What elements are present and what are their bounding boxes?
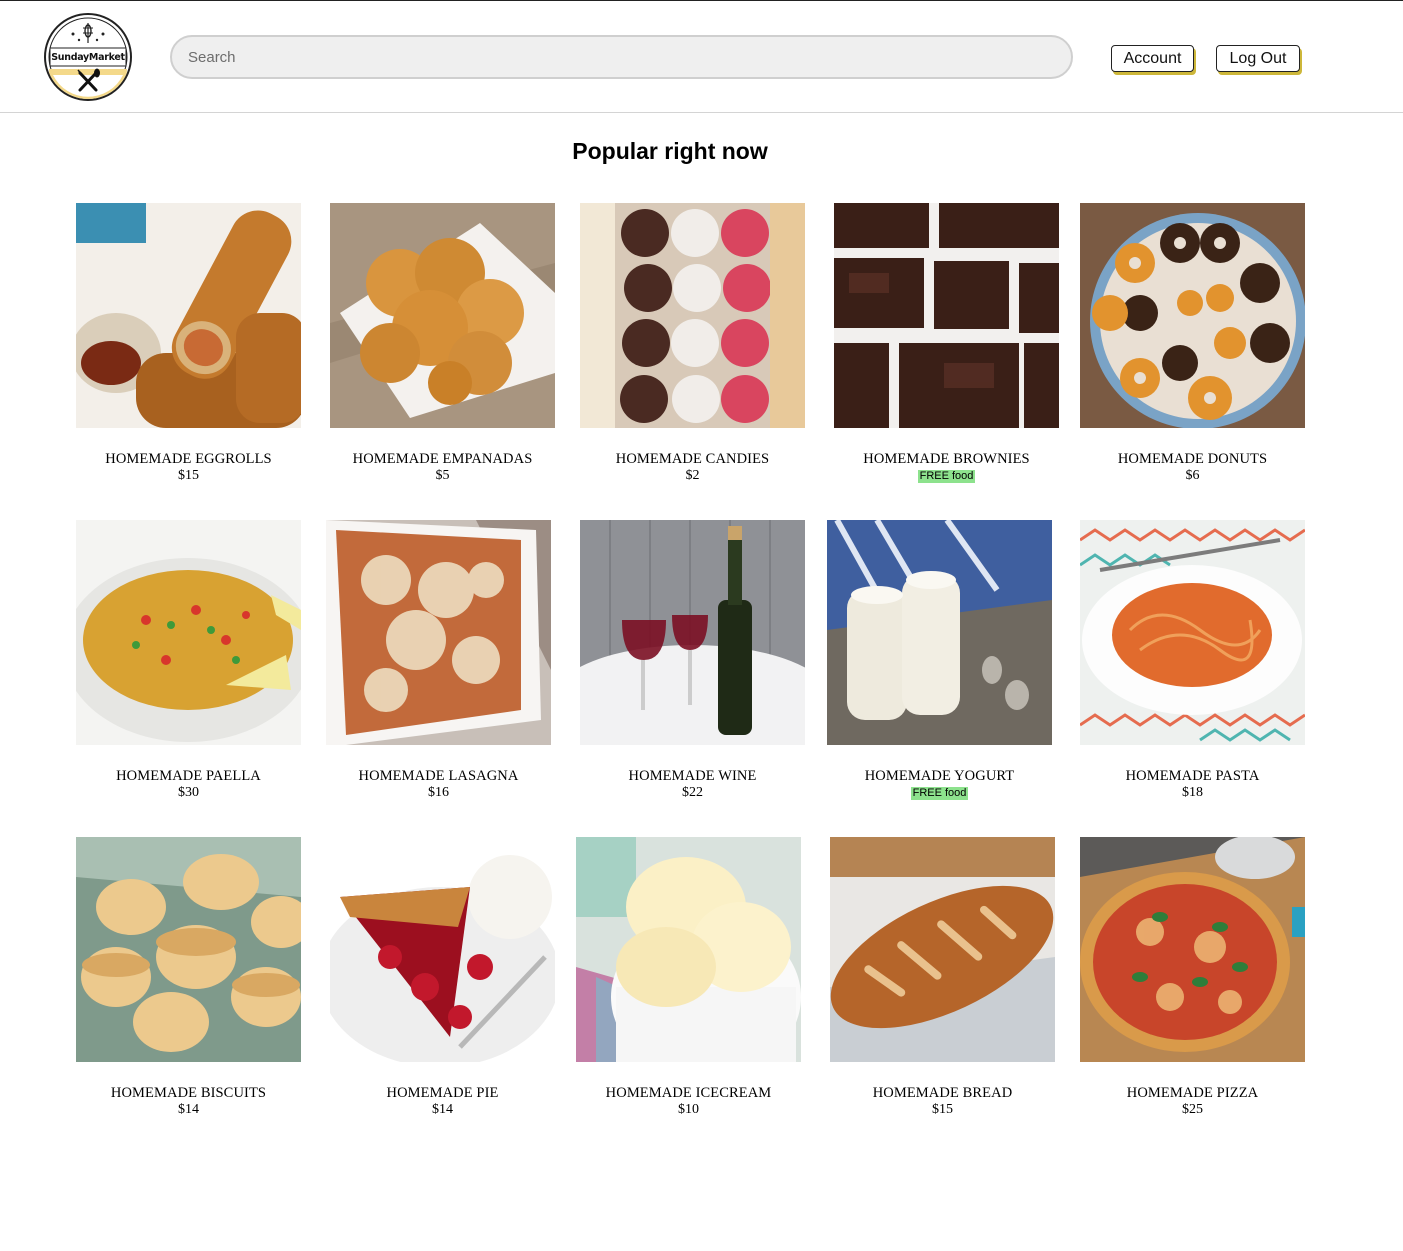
product-price: $30: [76, 785, 301, 801]
header-bar: SundayMarket Account Log Out: [0, 1, 1403, 113]
product-price: FREE food: [827, 785, 1052, 801]
product-price: $15: [830, 1102, 1055, 1118]
product-price: $22: [580, 785, 805, 801]
product-image-pasta[interactable]: [1080, 520, 1305, 745]
product-name[interactable]: HOMEMADE PIZZA: [1050, 1084, 1335, 1102]
product-name[interactable]: HOMEMADE WINE: [550, 767, 835, 785]
product-price: $10: [576, 1102, 801, 1118]
product-image-empanadas[interactable]: [330, 203, 555, 428]
product-name[interactable]: HOMEMADE EGGROLLS: [46, 450, 331, 468]
section-title: Popular right now: [572, 138, 768, 164]
product-name[interactable]: HOMEMADE CANDIES: [550, 450, 835, 468]
price-text: $14: [178, 1102, 199, 1117]
price-text: $15: [932, 1102, 953, 1117]
product-image-bread[interactable]: [830, 837, 1055, 1062]
logo[interactable]: SundayMarket: [44, 13, 132, 101]
free-food-badge: FREE food: [910, 787, 969, 800]
product-price: $5: [330, 468, 555, 484]
product-name[interactable]: HOMEMADE BROWNIES: [804, 450, 1089, 468]
product-image-pie[interactable]: [330, 837, 555, 1062]
free-food-badge: FREE food: [917, 470, 976, 483]
price-text: $30: [178, 785, 199, 800]
product-image-yogurt[interactable]: [827, 520, 1052, 745]
product-name[interactable]: HOMEMADE LASAGNA: [296, 767, 581, 785]
price-text: $10: [678, 1102, 699, 1117]
product-name[interactable]: HOMEMADE DONUTS: [1050, 450, 1335, 468]
product-image-paella[interactable]: [76, 520, 301, 745]
product-name[interactable]: HOMEMADE EMPANADAS: [300, 450, 585, 468]
product-price: $18: [1080, 785, 1305, 801]
product-image-brownies[interactable]: [834, 203, 1059, 428]
price-text: $5: [435, 468, 450, 483]
utensils-icon: [77, 68, 100, 92]
search-input[interactable]: [170, 35, 1073, 79]
product-name[interactable]: HOMEMADE PASTA: [1050, 767, 1335, 785]
price-text: $2: [685, 468, 700, 483]
price-text: $14: [432, 1102, 453, 1117]
price-text: $18: [1182, 785, 1203, 800]
product-price: $2: [580, 468, 805, 484]
product-image-wine[interactable]: [580, 520, 805, 745]
product-image-icecream[interactable]: [576, 837, 801, 1062]
product-name[interactable]: HOMEMADE ICECREAM: [546, 1084, 831, 1102]
product-image-lasagna[interactable]: [326, 520, 551, 745]
product-name[interactable]: HOMEMADE BISCUITS: [46, 1084, 331, 1102]
price-text: $6: [1185, 468, 1200, 483]
product-image-biscuits[interactable]: [76, 837, 301, 1062]
product-image-candies[interactable]: [580, 203, 805, 428]
product-price: $6: [1080, 468, 1305, 484]
price-text: $22: [682, 785, 703, 800]
product-name[interactable]: HOMEMADE BREAD: [800, 1084, 1085, 1102]
product-price: $25: [1080, 1102, 1305, 1118]
product-price: $14: [76, 1102, 301, 1118]
price-text: $15: [178, 468, 199, 483]
product-price: $14: [330, 1102, 555, 1118]
product-name[interactable]: HOMEMADE YOGURT: [797, 767, 1082, 785]
product-name[interactable]: HOMEMADE PAELLA: [46, 767, 331, 785]
product-image-donuts[interactable]: [1080, 203, 1305, 428]
product-price: $16: [326, 785, 551, 801]
product-image-eggrolls[interactable]: [76, 203, 301, 428]
price-text: $16: [428, 785, 449, 800]
product-name[interactable]: HOMEMADE PIE: [300, 1084, 585, 1102]
product-price: FREE food: [834, 468, 1059, 484]
price-text: $25: [1182, 1102, 1203, 1117]
product-image-pizza[interactable]: [1080, 837, 1305, 1062]
account-button[interactable]: Account: [1111, 45, 1194, 72]
product-price: $15: [76, 468, 301, 484]
logout-button[interactable]: Log Out: [1216, 45, 1300, 72]
